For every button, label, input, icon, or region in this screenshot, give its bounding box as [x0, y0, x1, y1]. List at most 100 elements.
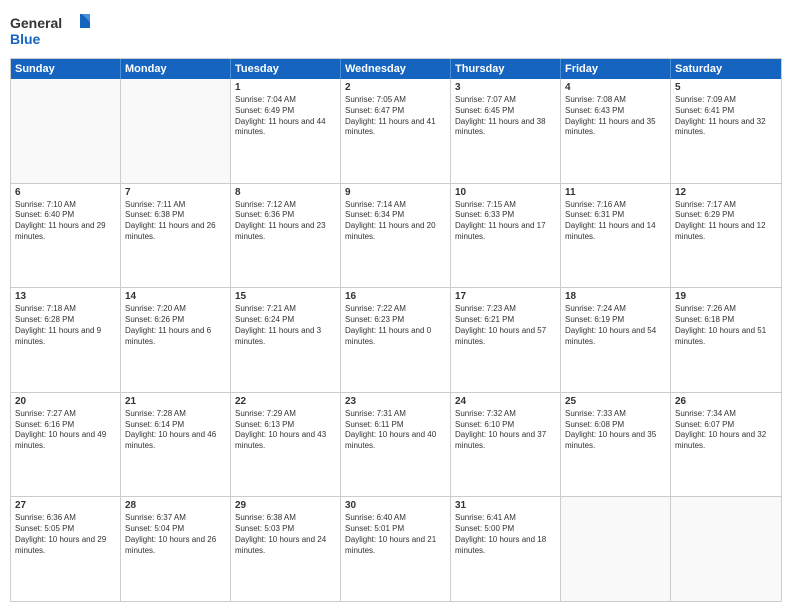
day-info: Sunrise: 7:23 AM Sunset: 6:21 PM Dayligh…: [455, 304, 556, 347]
day-number: 10: [455, 187, 556, 198]
day-number: 25: [565, 396, 666, 407]
calendar-cell: [11, 79, 121, 183]
day-info: Sunrise: 7:12 AM Sunset: 6:36 PM Dayligh…: [235, 200, 336, 243]
calendar-header: SundayMondayTuesdayWednesdayThursdayFrid…: [11, 59, 781, 79]
calendar-cell: 16Sunrise: 7:22 AM Sunset: 6:23 PM Dayli…: [341, 288, 451, 392]
calendar-cell: 5Sunrise: 7:09 AM Sunset: 6:41 PM Daylig…: [671, 79, 781, 183]
day-number: 21: [125, 396, 226, 407]
day-number: 20: [15, 396, 116, 407]
day-info: Sunrise: 7:31 AM Sunset: 6:11 PM Dayligh…: [345, 409, 446, 452]
day-info: Sunrise: 7:18 AM Sunset: 6:28 PM Dayligh…: [15, 304, 116, 347]
header: General Blue: [10, 10, 782, 50]
day-number: 27: [15, 500, 116, 511]
calendar-cell: 25 Sunrise: 7:33 AM Sunset: 6:08 PM Dayli…: [561, 393, 671, 497]
calendar-cell: 26 Sunrise: 7:34 AM Sunset: 6:07 PM Dayli…: [671, 393, 781, 497]
calendar-cell: 24 Sunrise: 7:32 AM Sunset: 6:10 PM Dayli…: [451, 393, 561, 497]
calendar-cell: 12 Sunrise: 7:17 AM Sunset: 6:29 PM Dayli…: [671, 184, 781, 288]
day-info: Sunrise: 6:37 AM Sunset: 5:04 PM Dayligh…: [125, 513, 226, 556]
day-info: Sunrise: 7:22 AM Sunset: 6:23 PM Dayligh…: [345, 304, 446, 347]
day-number: 24: [455, 396, 556, 407]
day-info: Sunrise: 7:17 AM Sunset: 6:29 PM Dayligh…: [675, 200, 777, 243]
day-info: Sunrise: 7:26 AM Sunset: 6:18 PM Dayligh…: [675, 304, 777, 347]
calendar-cell: 14 Sunrise: 7:20 AM Sunset: 6:26 PM Dayli…: [121, 288, 231, 392]
cal-header-day: Thursday: [451, 59, 561, 79]
day-info: Sunrise: 7:21 AM Sunset: 6:24 PM Dayligh…: [235, 304, 336, 347]
calendar-cell: 31 Sunrise: 6:41 AM Sunset: 5:00 PM Dayli…: [451, 497, 561, 601]
calendar-week: 20 Sunrise: 7:27 AM Sunset: 6:16 PM Dayli…: [11, 393, 781, 498]
day-info: Sunrise: 7:15 AM Sunset: 6:33 PM Dayligh…: [455, 200, 556, 243]
day-info: Sunrise: 7:05 AM Sunset: 6:47 PM Dayligh…: [345, 95, 446, 138]
calendar-cell: 3 Sunrise: 7:07 AM Sunset: 6:45 PM Daylig…: [451, 79, 561, 183]
day-info: Sunrise: 6:41 AM Sunset: 5:00 PM Dayligh…: [455, 513, 556, 556]
day-info: Sunrise: 7:20 AM Sunset: 6:26 PM Dayligh…: [125, 304, 226, 347]
calendar-cell: 2 Sunrise: 7:05 AM Sunset: 6:47 PM Daylig…: [341, 79, 451, 183]
logo-svg: General Blue: [10, 10, 90, 50]
calendar-cell: [671, 497, 781, 601]
day-number: 19: [675, 291, 777, 302]
cal-header-day: Sunday: [11, 59, 121, 79]
day-number: 1: [235, 82, 336, 93]
calendar-cell: 30 Sunrise: 6:40 AM Sunset: 5:01 PM Dayli…: [341, 497, 451, 601]
calendar-cell: 7 Sunrise: 7:11 AM Sunset: 6:38 PM Daylig…: [121, 184, 231, 288]
calendar-cell: 27Sunrise: 6:36 AM Sunset: 5:05 PM Dayli…: [11, 497, 121, 601]
calendar-cell: 4Sunrise: 7:08 AM Sunset: 6:43 PM Daylig…: [561, 79, 671, 183]
calendar-cell: 21Sunrise: 7:28 AM Sunset: 6:14 PM Dayli…: [121, 393, 231, 497]
day-info: Sunrise: 7:34 AM Sunset: 6:07 PM Dayligh…: [675, 409, 777, 452]
day-number: 2: [345, 82, 446, 93]
day-number: 9: [345, 187, 446, 198]
day-number: 23: [345, 396, 446, 407]
calendar-cell: 1Sunrise: 7:04 AM Sunset: 6:49 PM Daylig…: [231, 79, 341, 183]
day-number: 22: [235, 396, 336, 407]
day-number: 29: [235, 500, 336, 511]
day-info: Sunrise: 7:10 AM Sunset: 6:40 PM Dayligh…: [15, 200, 116, 243]
cal-header-day: Tuesday: [231, 59, 341, 79]
calendar-cell: 13 Sunrise: 7:18 AM Sunset: 6:28 PM Dayli…: [11, 288, 121, 392]
calendar-week: 27Sunrise: 6:36 AM Sunset: 5:05 PM Dayli…: [11, 497, 781, 601]
day-number: 30: [345, 500, 446, 511]
day-number: 11: [565, 187, 666, 198]
day-number: 15: [235, 291, 336, 302]
calendar-cell: 18Sunrise: 7:24 AM Sunset: 6:19 PM Dayli…: [561, 288, 671, 392]
day-number: 13: [15, 291, 116, 302]
calendar-week: 6Sunrise: 7:10 AM Sunset: 6:40 PM Daylig…: [11, 184, 781, 289]
day-info: Sunrise: 7:27 AM Sunset: 6:16 PM Dayligh…: [15, 409, 116, 452]
day-number: 31: [455, 500, 556, 511]
day-number: 3: [455, 82, 556, 93]
day-info: Sunrise: 7:16 AM Sunset: 6:31 PM Dayligh…: [565, 200, 666, 243]
day-info: Sunrise: 7:07 AM Sunset: 6:45 PM Dayligh…: [455, 95, 556, 138]
calendar-week: 1Sunrise: 7:04 AM Sunset: 6:49 PM Daylig…: [11, 79, 781, 184]
day-info: Sunrise: 7:29 AM Sunset: 6:13 PM Dayligh…: [235, 409, 336, 452]
logo: General Blue: [10, 10, 90, 50]
cal-header-day: Monday: [121, 59, 231, 79]
cal-header-day: Friday: [561, 59, 671, 79]
cal-header-day: Saturday: [671, 59, 781, 79]
day-info: Sunrise: 7:09 AM Sunset: 6:41 PM Dayligh…: [675, 95, 777, 138]
day-info: Sunrise: 6:40 AM Sunset: 5:01 PM Dayligh…: [345, 513, 446, 556]
calendar-cell: 8 Sunrise: 7:12 AM Sunset: 6:36 PM Daylig…: [231, 184, 341, 288]
calendar-cell: 19 Sunrise: 7:26 AM Sunset: 6:18 PM Dayli…: [671, 288, 781, 392]
day-info: Sunrise: 7:14 AM Sunset: 6:34 PM Dayligh…: [345, 200, 446, 243]
calendar-cell: 6Sunrise: 7:10 AM Sunset: 6:40 PM Daylig…: [11, 184, 121, 288]
day-number: 28: [125, 500, 226, 511]
day-info: Sunrise: 7:08 AM Sunset: 6:43 PM Dayligh…: [565, 95, 666, 138]
calendar-cell: 15 Sunrise: 7:21 AM Sunset: 6:24 PM Dayli…: [231, 288, 341, 392]
calendar-cell: 28 Sunrise: 6:37 AM Sunset: 5:04 PM Dayli…: [121, 497, 231, 601]
calendar-cell: 9 Sunrise: 7:14 AM Sunset: 6:34 PM Daylig…: [341, 184, 451, 288]
day-number: 26: [675, 396, 777, 407]
day-number: 7: [125, 187, 226, 198]
cal-header-day: Wednesday: [341, 59, 451, 79]
day-info: Sunrise: 7:11 AM Sunset: 6:38 PM Dayligh…: [125, 200, 226, 243]
day-info: Sunrise: 7:33 AM Sunset: 6:08 PM Dayligh…: [565, 409, 666, 452]
day-info: Sunrise: 7:32 AM Sunset: 6:10 PM Dayligh…: [455, 409, 556, 452]
day-number: 14: [125, 291, 226, 302]
calendar-cell: 20 Sunrise: 7:27 AM Sunset: 6:16 PM Dayli…: [11, 393, 121, 497]
calendar-cell: 22 Sunrise: 7:29 AM Sunset: 6:13 PM Dayli…: [231, 393, 341, 497]
calendar-cell: [561, 497, 671, 601]
calendar-body: 1Sunrise: 7:04 AM Sunset: 6:49 PM Daylig…: [11, 79, 781, 601]
calendar-cell: 10 Sunrise: 7:15 AM Sunset: 6:33 PM Dayli…: [451, 184, 561, 288]
day-number: 12: [675, 187, 777, 198]
svg-text:General: General: [10, 15, 62, 31]
page: General Blue SundayMondayTuesdayWednesda…: [0, 0, 792, 612]
day-number: 8: [235, 187, 336, 198]
day-info: Sunrise: 7:24 AM Sunset: 6:19 PM Dayligh…: [565, 304, 666, 347]
